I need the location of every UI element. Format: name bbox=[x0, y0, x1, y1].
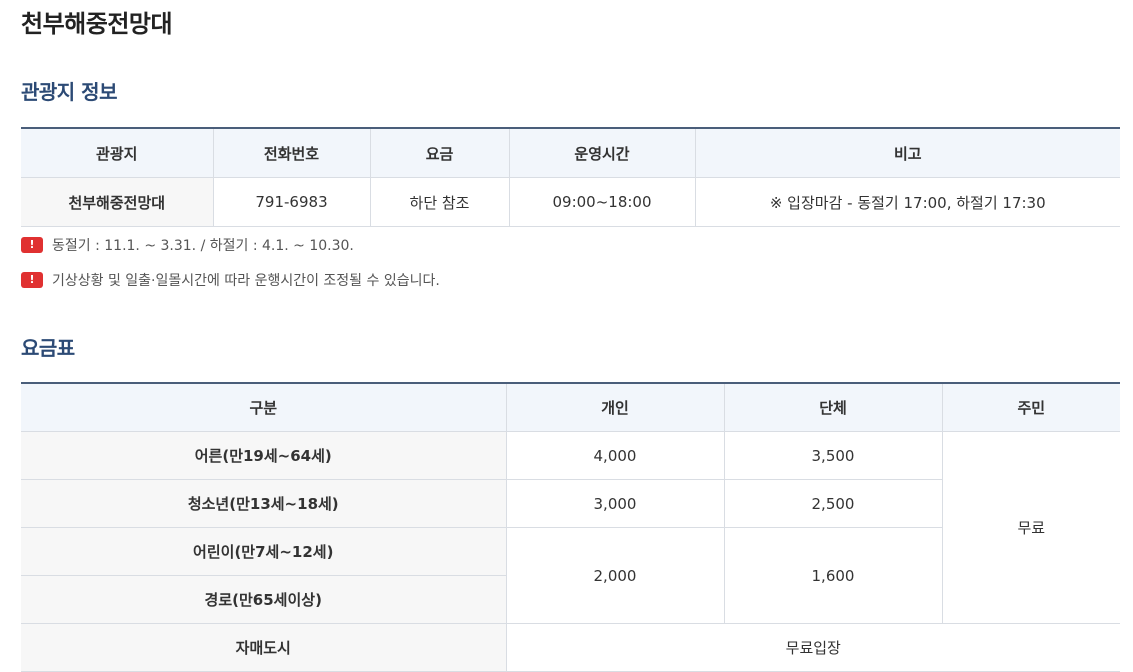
youth-label: 청소년(만13세~18세) bbox=[21, 479, 507, 528]
hours-cell: 09:00~18:00 bbox=[508, 177, 696, 227]
fee-cell: 하단 참조 bbox=[369, 177, 510, 227]
youth-group-fee: 2,500 bbox=[723, 479, 942, 528]
spot-name-cell: 천부해중전망대 bbox=[21, 177, 214, 227]
fee-section-title: 요금표 bbox=[21, 336, 75, 360]
header-hours: 운영시간 bbox=[508, 127, 696, 178]
adult-label: 어른(만19세~64세) bbox=[21, 431, 507, 480]
header-resident: 주민 bbox=[941, 382, 1120, 432]
adult-group-fee: 3,500 bbox=[723, 431, 943, 480]
info-section-title: 관광지 정보 bbox=[21, 80, 117, 104]
child-senior-group-fee: 1,600 bbox=[723, 527, 942, 624]
fee-table: 구분 개인 단체 주민 어른(만19세~64세) 4,000 3,500 무료 … bbox=[21, 382, 1120, 672]
resident-fee-cell: 무료 bbox=[941, 431, 1120, 624]
tourist-info-table: 관광지 전화번호 요금 운영시간 비고 천부해중전망대 791-6983 하단 … bbox=[21, 127, 1120, 227]
table-header-row: 구분 개인 단체 주민 bbox=[21, 382, 1120, 432]
weather-note-text: 기상상황 및 일출·일몰시간에 따라 운행시간이 조정될 수 있습니다. bbox=[52, 273, 440, 289]
header-group: 단체 bbox=[723, 382, 943, 432]
remark-cell: ※ 입장마감 - 동절기 17:00, 하절기 17:30 bbox=[694, 177, 1120, 227]
youth-individual-fee: 3,000 bbox=[505, 479, 725, 528]
table-header-row: 관광지 전화번호 요금 운영시간 비고 bbox=[21, 127, 1120, 178]
alert-icon: ! bbox=[21, 272, 43, 288]
sister-city-fee: 무료입장 bbox=[505, 623, 1120, 672]
child-label: 어린이(만7세~12세) bbox=[21, 527, 507, 576]
table-row: 어른(만19세~64세) 4,000 3,500 무료 bbox=[21, 431, 1120, 624]
header-phone: 전화번호 bbox=[212, 127, 371, 178]
header-fee: 요금 bbox=[369, 127, 510, 178]
alert-icon: ! bbox=[21, 237, 43, 253]
table-row: 자매도시 무료입장 bbox=[21, 623, 1120, 672]
header-category: 구분 bbox=[21, 382, 507, 432]
season-note-text: 동절기 : 11.1. ~ 3.31. / 하절기 : 4.1. ~ 10.30… bbox=[52, 238, 354, 254]
table-row: 천부해중전망대 791-6983 하단 참조 09:00~18:00 ※ 입장마… bbox=[21, 177, 1120, 227]
header-remark: 비고 bbox=[694, 127, 1120, 178]
page: 천부해중전망대 관광지 정보 관광지 전화번호 요금 운영시간 비고 천부해중전… bbox=[0, 0, 1133, 672]
phone-cell: 791-6983 bbox=[212, 177, 371, 227]
header-individual: 개인 bbox=[505, 382, 725, 432]
adult-individual-fee: 4,000 bbox=[505, 431, 725, 480]
sister-city-label: 자매도시 bbox=[21, 623, 507, 672]
header-tourist-spot: 관광지 bbox=[21, 127, 214, 178]
senior-label: 경로(만65세이상) bbox=[21, 575, 506, 624]
season-note: ! 동절기 : 11.1. ~ 3.31. / 하절기 : 4.1. ~ 10.… bbox=[21, 235, 354, 255]
child-senior-individual-fee: 2,000 bbox=[505, 527, 725, 624]
page-title: 천부해중전망대 bbox=[21, 10, 173, 38]
weather-note: ! 기상상황 및 일출·일몰시간에 따라 운행시간이 조정될 수 있습니다. bbox=[21, 270, 440, 290]
